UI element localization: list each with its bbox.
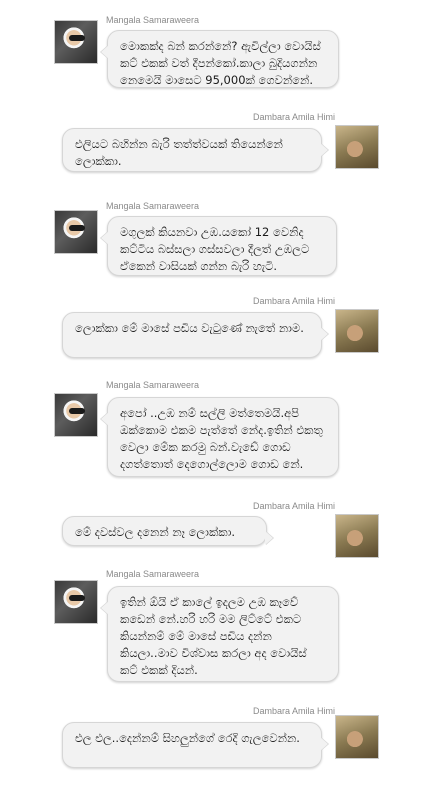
message-mangala: Mangala Samaraweera මගුලක් කියනවා උඹ.යකෝ… bbox=[0, 201, 443, 282]
message-bubble: එලියට බහින්න බැරි තත්ත්වයක් තියෙන්නේ ලොක… bbox=[62, 128, 329, 172]
message-bubble: ඉතින් ඕයි ඒ කාලේ ඉදලම උඹ කෑවේ කඩෙන් නේ.හ… bbox=[100, 586, 339, 682]
sender-name: Mangala Samaraweera bbox=[106, 380, 200, 390]
avatar[interactable] bbox=[335, 309, 379, 353]
message-mangala: Mangala Samaraweera ඉතින් ඕයි ඒ කාලේ ඉදල… bbox=[0, 569, 443, 685]
message-bubble: මේ දවස්වල දනෙන් නෑ ලොක්කා. bbox=[62, 516, 274, 546]
avatar[interactable] bbox=[335, 125, 379, 169]
chat-thread: Mangala Samaraweera මොකක්ද බන් කරන්නේ? ඇ… bbox=[0, 0, 443, 800]
sender-name: Mangala Samaraweera bbox=[106, 569, 200, 579]
message-mangala: Mangala Samaraweera මොකක්ද බන් කරන්නේ? ඇ… bbox=[0, 15, 443, 96]
avatar[interactable] bbox=[54, 20, 98, 64]
message-dambara: Dambara Amila Himi එලියට බහින්න බැරි තත්… bbox=[0, 112, 443, 183]
sender-name: Mangala Samaraweera bbox=[106, 15, 200, 25]
sender-name: Dambara Amila Himi bbox=[252, 706, 335, 716]
message-bubble: මොකක්ද බන් කරන්නේ? ඇවිල්ලා වොයිස් කට් එක… bbox=[100, 30, 339, 88]
message-bubble: එල එල..දෙන්නම් සිහලුන්ගේ රෙදි ගැලවෙන්න. bbox=[62, 722, 329, 768]
avatar[interactable] bbox=[54, 580, 98, 624]
avatar[interactable] bbox=[54, 393, 98, 437]
message-dambara: Dambara Amila Himi ලොක්කා මේ මාසේ පඩිය ව… bbox=[0, 296, 443, 367]
message-bubble: මගුලක් කියනවා උඹ.යකෝ 12 වෙනිද කට්ටිය බස්… bbox=[100, 216, 337, 276]
avatar[interactable] bbox=[335, 715, 379, 759]
sender-name: Dambara Amila Himi bbox=[252, 112, 335, 122]
avatar[interactable] bbox=[335, 514, 379, 558]
message-bubble: අපෝ ..උඹ නම් සල්ලි මත්තෙමයි.අපි ඔක්කොම එ… bbox=[100, 397, 339, 477]
message-dambara: Dambara Amila Himi එල එල..දෙන්නම් සිහලුන… bbox=[0, 706, 443, 777]
message-mangala: Mangala Samaraweera අපෝ ..උඹ නම් සල්ලි ම… bbox=[0, 380, 443, 481]
sender-name: Dambara Amila Himi bbox=[252, 501, 335, 511]
sender-name: Dambara Amila Himi bbox=[252, 296, 335, 306]
sender-name: Mangala Samaraweera bbox=[106, 201, 200, 211]
message-dambara: Dambara Amila Himi මේ දවස්වල දනෙන් නෑ ලො… bbox=[0, 501, 443, 562]
avatar[interactable] bbox=[54, 210, 98, 254]
message-bubble: ලොක්කා මේ මාසේ පඩිය වැටුණේ නැතේ නාම. bbox=[62, 312, 329, 358]
